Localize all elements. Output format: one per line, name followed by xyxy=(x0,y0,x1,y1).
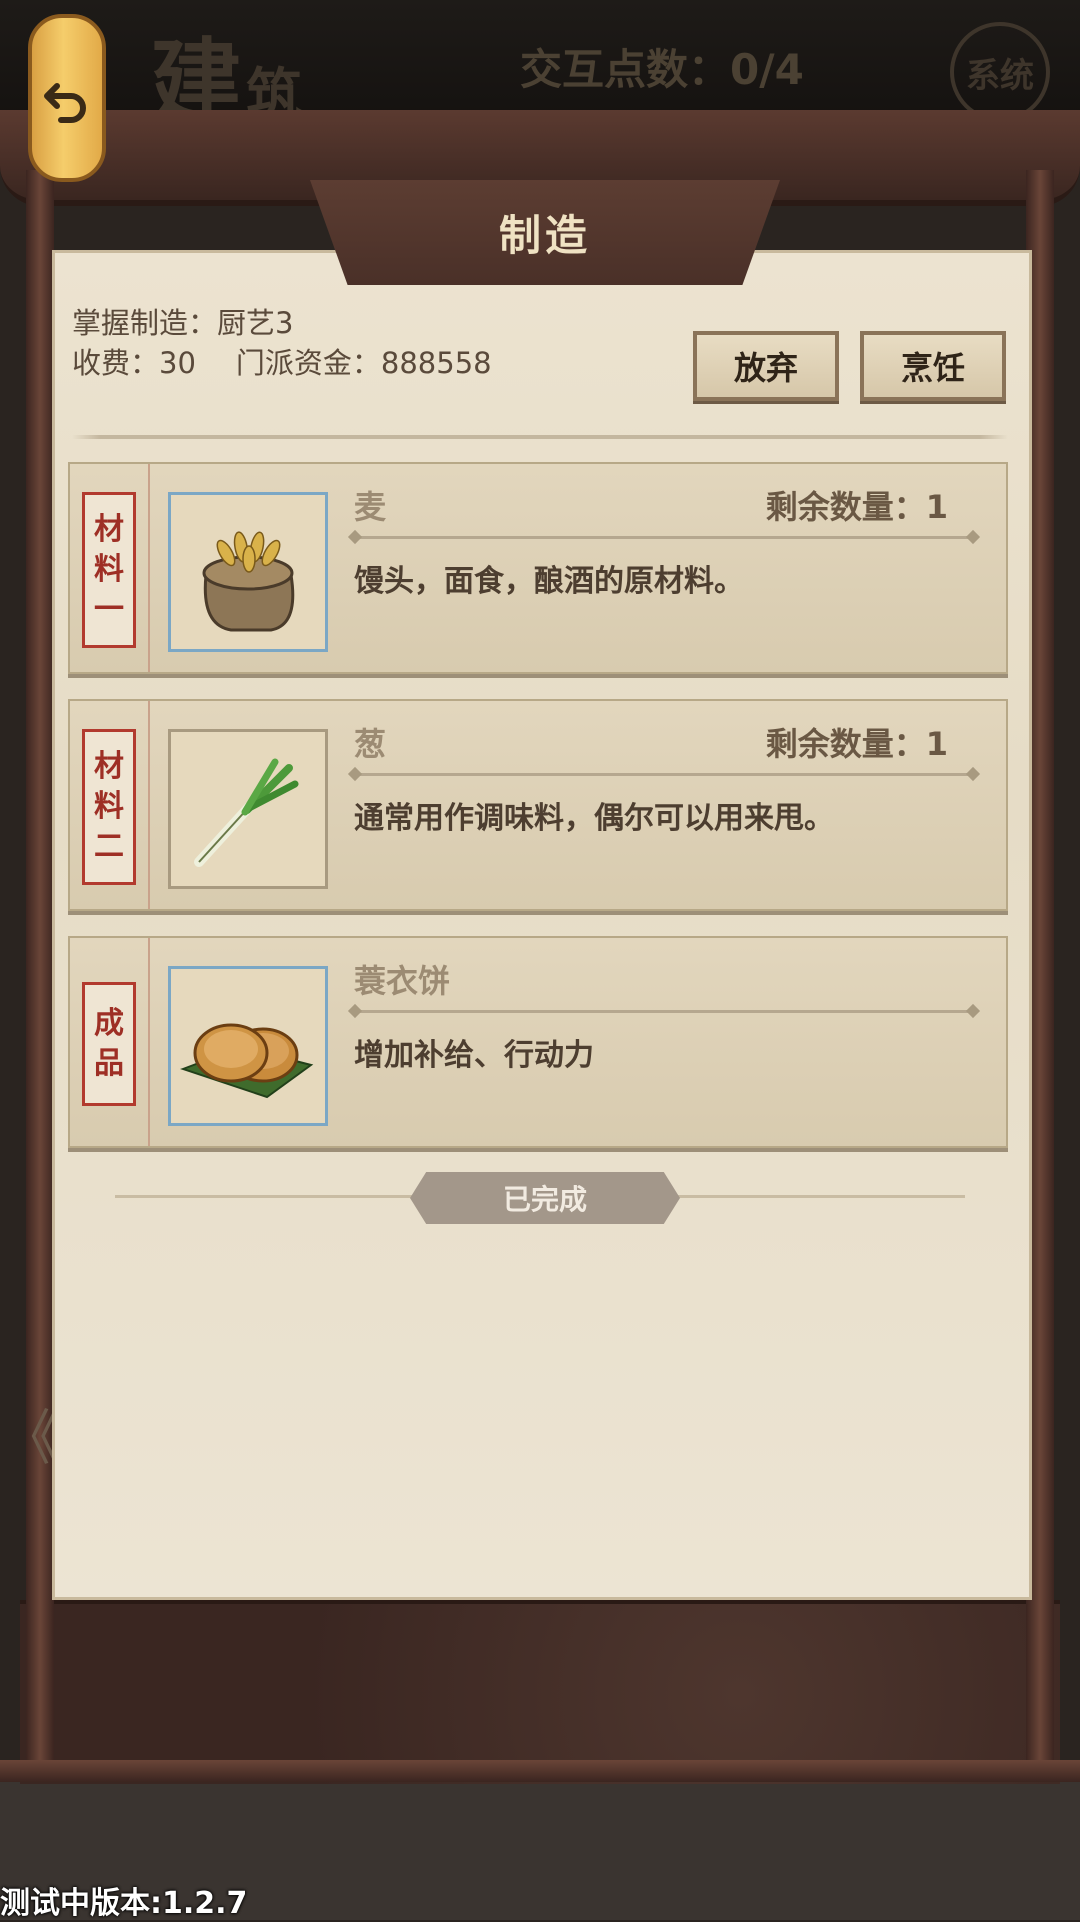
frame-bottom xyxy=(20,1600,1060,1784)
chevron-left-icon[interactable]: 《 xyxy=(0,1390,60,1477)
item-name: 麦 xyxy=(354,488,387,526)
abandon-button[interactable]: 放弃 xyxy=(693,331,839,401)
remaining-count: 剩余数量：1 xyxy=(765,725,948,763)
dialog-title-plate: 制造 xyxy=(310,180,780,285)
funds-text: 门派资金：888558 xyxy=(235,346,492,380)
cook-button[interactable]: 烹饪 xyxy=(860,331,1006,401)
material-card-1[interactable]: 材料一 麦 剩余数量：1 馒头，面食，酿酒的原材料。 xyxy=(68,462,1008,674)
slot-tag: 材料一 xyxy=(82,492,136,648)
item-description: 馒头，面食，酿酒的原材料。 xyxy=(354,564,744,599)
divider xyxy=(72,435,1008,439)
frame-pillar-left xyxy=(26,170,54,1770)
version-label: 测试中版本:1.2.7 xyxy=(0,1886,248,1921)
skill-line: 掌握制造：厨艺3 xyxy=(72,306,294,340)
interaction-points: 交互点数：0/4 xyxy=(520,45,804,94)
product-card[interactable]: 成品 蓑衣饼 增加补给、行动力 xyxy=(68,936,1008,1148)
item-slot[interactable] xyxy=(168,492,328,652)
back-button[interactable] xyxy=(28,14,106,182)
craft-panel xyxy=(52,250,1032,1600)
back-arrow-icon xyxy=(44,83,86,123)
frame-base xyxy=(0,1760,1080,1782)
item-description: 通常用作调味料，偶尔可以用来甩。 xyxy=(354,801,834,836)
system-button[interactable]: 系统 xyxy=(950,22,1050,122)
item-description: 增加补给、行动力 xyxy=(354,1038,594,1073)
item-slot[interactable] xyxy=(168,966,328,1126)
dialog-title: 制造 xyxy=(498,211,591,260)
fee-text: 收费：30 xyxy=(72,346,196,380)
green-onion-icon xyxy=(194,758,299,867)
fee-funds-line: 收费：30 门派资金：888558 xyxy=(72,340,492,382)
pancake-icon xyxy=(180,1023,314,1099)
remaining-count: 剩余数量：1 xyxy=(765,488,948,526)
item-name: 蓑衣饼 xyxy=(354,962,451,1000)
material-card-2[interactable]: 材料二 葱 剩余数量：1 通常用作调味料，偶尔可以用来甩。 xyxy=(68,699,1008,911)
item-slot[interactable] xyxy=(168,729,328,889)
slot-tag: 材料二 xyxy=(82,729,136,885)
wheat-sack-icon xyxy=(202,531,295,632)
completed-status-badge: 已完成 xyxy=(410,1172,680,1224)
slot-tag: 成品 xyxy=(82,982,136,1106)
item-name: 葱 xyxy=(354,725,387,763)
